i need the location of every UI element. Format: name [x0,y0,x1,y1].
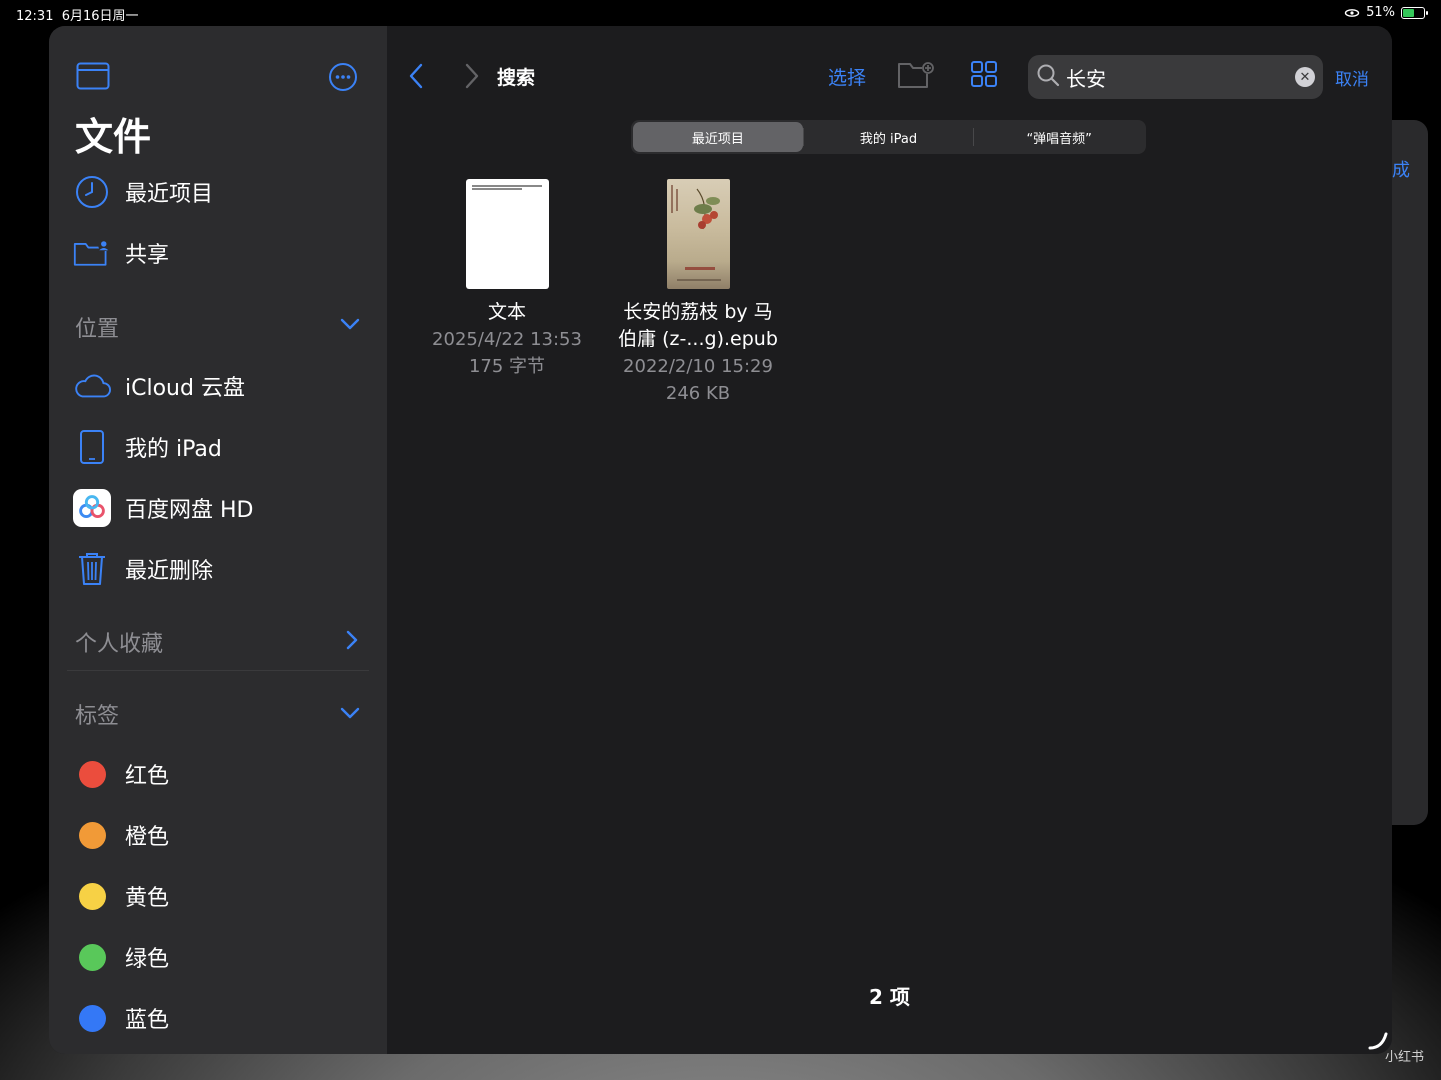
sidebar-item-label: 红色 [125,764,170,789]
new-folder-icon[interactable] [897,60,937,94]
grid-view-icon[interactable] [970,60,998,92]
sidebar-toggle-icon[interactable] [76,62,110,94]
file-date: 2025/4/22 13:53 [432,329,582,350]
battery-icon [1401,6,1428,19]
cloud-icon [73,372,111,400]
sidebar-item-label: 橙色 [125,825,170,850]
scope-recents[interactable]: 最近项目 [633,122,803,152]
sidebar-item-label: 绿色 [125,947,170,972]
more-options-icon[interactable] [328,62,358,96]
tag-color-dot [78,760,106,788]
page-title: 搜索 [497,67,536,89]
sidebar-title: 文件 [75,115,152,159]
tag-color-dot [78,943,106,971]
section-tags-header[interactable]: 标签 [75,698,119,730]
tag-color-dot [78,1004,106,1032]
sidebar-tag-red[interactable]: 红色 [73,754,169,794]
sidebar-item-label: 最近项目 [125,182,214,207]
file-date: 2022/2/10 15:29 [623,356,773,377]
shared-folder-icon [73,237,111,269]
section-favorites-header[interactable]: 个人收藏 [75,626,163,658]
select-button[interactable]: 选择 [828,63,866,90]
clear-search-icon[interactable]: ✕ [1295,67,1315,87]
search-scope-control: 最近项目 我的 iPad “弹唱音频” [631,120,1146,154]
status-right: 51% [1344,5,1428,20]
sidebar-tag-blue[interactable]: 蓝色 [73,998,169,1038]
sidebar-item-label: 黄色 [125,886,170,911]
trash-icon [73,551,111,587]
sidebar: 文件 最近项目 共享 位置 iCloud 云盘 我的 iPad 百度网盘 HD … [49,26,387,1054]
battery-percent: 51% [1366,5,1395,20]
chevron-down-icon[interactable] [339,316,361,335]
status-bar: 12:31 6月16日周一 51% [0,0,1441,26]
search-field[interactable]: ✕ [1028,55,1323,99]
background-window-label: 成 [1392,160,1410,181]
sidebar-item-my-ipad[interactable]: 我的 iPad [73,427,222,467]
status-time: 12:31 6月16日周一 [16,9,139,24]
file-size: 246 KB [665,383,731,404]
tag-color-dot [78,821,106,849]
sidebar-item-label: 百度网盘 HD [125,498,254,523]
sidebar-tag-green[interactable]: 绿色 [73,937,169,977]
chevron-down-icon[interactable] [339,705,361,724]
file-size: 175 字节 [468,356,546,377]
file-item-epub[interactable]: 长安的荔枝 by 马 伯庸 (z-...g).epub 2022/2/10 15… [603,179,793,407]
cancel-button[interactable]: 取消 [1335,65,1369,90]
section-locations-header[interactable]: 位置 [75,311,119,343]
files-window: 文件 最近项目 共享 位置 iCloud 云盘 我的 iPad 百度网盘 HD … [49,26,1392,1054]
chevron-right-icon[interactable] [345,629,359,655]
sidebar-item-label: 共享 [125,243,170,268]
item-count: 2 项 [869,985,910,1009]
tag-color-dot [78,882,106,910]
book-cover-thumbnail [666,179,730,289]
background-window[interactable] [1390,120,1428,825]
sidebar-item-label: 蓝色 [125,1008,170,1033]
sidebar-tag-yellow[interactable]: 黄色 [73,876,169,916]
search-input[interactable] [1066,65,1276,89]
sidebar-item-label: 我的 iPad [125,437,222,462]
watermark: 小红书 [1385,1050,1425,1065]
file-name: 伯庸 (z-...g).epub [618,328,778,350]
search-icon [1036,63,1060,91]
main-content: 搜索 选择 长安 ✕ 取消 最近项目 我的 iPad “弹唱音频” 文本 202… [387,26,1392,1054]
sidebar-item-icloud[interactable]: iCloud 云盘 [73,366,245,406]
scope-my-ipad[interactable]: 我的 iPad [804,122,974,152]
forward-button[interactable] [463,62,481,94]
sidebar-item-recently-deleted[interactable]: 最近删除 [73,549,213,589]
screen-mirror-icon [1344,8,1360,17]
clock-icon [73,175,111,209]
document-thumbnail [465,179,549,289]
file-name: 长安的荔枝 by 马 [623,301,773,323]
baidu-pan-icon [73,488,111,528]
back-button[interactable] [407,62,425,94]
sidebar-item-label: 最近删除 [125,559,214,584]
sidebar-item-shared[interactable]: 共享 [73,233,169,273]
sidebar-tag-orange[interactable]: 橙色 [73,815,169,855]
file-item-text[interactable]: 文本 2025/4/22 13:53 175 字节 [432,179,582,380]
scope-folder[interactable]: “弹唱音频” [974,122,1144,152]
file-name: 文本 [487,301,526,323]
ipad-icon [73,429,111,465]
sidebar-divider [67,670,369,671]
sidebar-item-label: iCloud 云盘 [125,376,245,401]
sidebar-item-recents[interactable]: 最近项目 [73,172,213,212]
sidebar-item-baidu-pan[interactable]: 百度网盘 HD [73,488,253,528]
